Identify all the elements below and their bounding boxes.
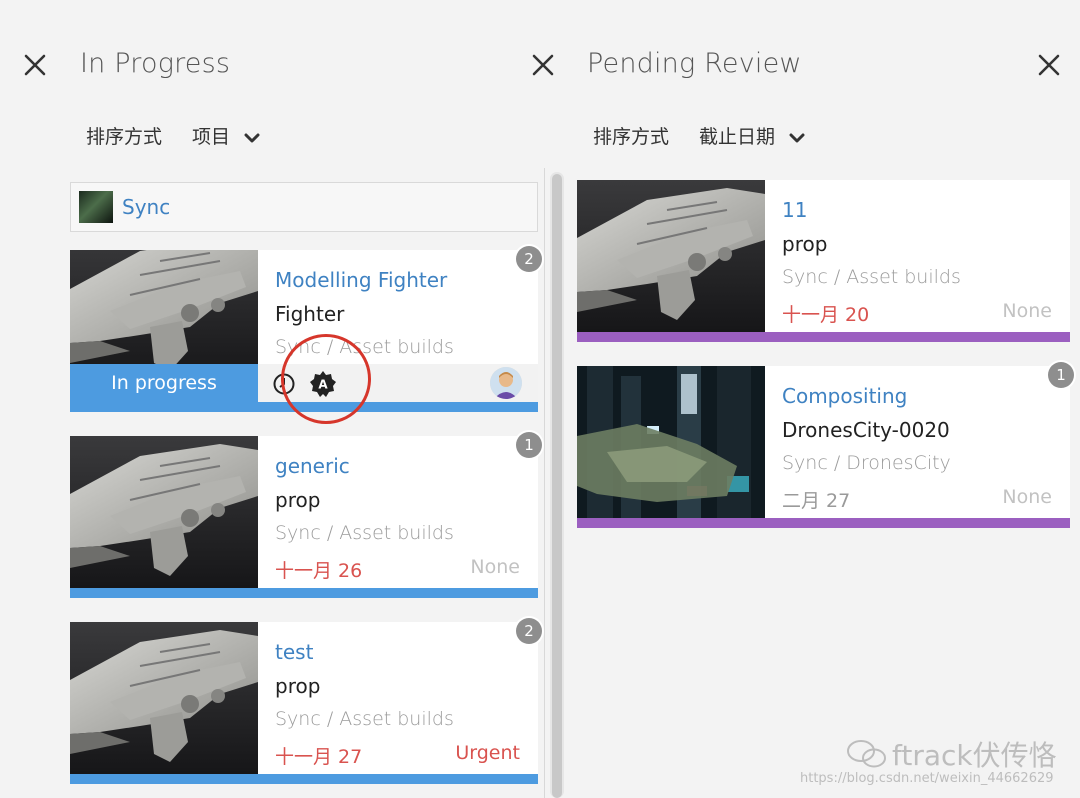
project-name: Sync [122,195,171,219]
sort-value: 项目 [192,126,231,148]
notification-badge: 2 [516,246,542,272]
task-name[interactable]: Compositing [782,384,907,408]
status-label[interactable]: In progress [70,364,258,402]
status-bar [70,774,538,784]
wechat-icon [847,740,886,768]
entity-name: prop [275,674,321,698]
entity-path: Sync / DronesCity [782,452,951,474]
notification-badge: 1 [516,432,542,458]
task-name[interactable]: 11 [782,198,807,222]
entity-name: prop [782,232,828,256]
watermark-url: https://blog.csdn.net/weixin_44662629 [800,771,1054,786]
notification-badge: 2 [516,618,542,644]
due-date: 十一月 27 [275,746,363,768]
column-title-pending-review: Pending Review [587,48,802,79]
status-bar [577,332,1070,342]
task-name[interactable]: generic [275,454,350,478]
task-thumbnail [577,366,765,518]
priority-label: None [1002,486,1052,508]
scrollbar-thumb[interactable] [552,174,562,798]
sort-label: 排序方式 [86,126,163,148]
chevron-down-icon [244,133,260,142]
close-icon [1038,54,1060,76]
project-group-header[interactable]: Sync [70,182,538,232]
close-column-button[interactable] [528,50,558,80]
task-thumbnail [70,622,258,774]
task-thumbnail [70,250,258,364]
task-card[interactable]: generic prop Sync / Asset builds 十一月 26 … [70,432,542,598]
sort-label: 排序方式 [593,126,670,148]
entity-path: Sync / Asset builds [275,522,454,544]
task-card[interactable]: test prop Sync / Asset builds 十一月 27 Urg… [70,618,542,784]
sort-dropdown[interactable]: 项目 [192,122,260,149]
close-column-button[interactable] [1034,50,1064,80]
task-name[interactable]: Modelling Fighter [275,268,447,292]
column-title-in-progress: In Progress [80,48,231,79]
task-name[interactable]: test [275,640,313,664]
close-icon [24,54,46,76]
column-divider [544,168,545,798]
status-bar [70,588,538,598]
priority-label: Urgent [455,742,520,764]
task-thumbnail [577,180,765,332]
avatar[interactable] [490,367,522,399]
project-thumbnail [79,191,113,223]
task-thumbnail [70,436,258,588]
due-date: 十一月 20 [782,304,870,326]
entity-name: DronesCity-0020 [782,418,950,442]
priority-label: None [1002,300,1052,322]
entity-name: Fighter [275,302,345,326]
annotation-highlight-circle [281,334,371,424]
due-date: 十一月 26 [275,560,363,582]
status-bar [577,518,1070,528]
entity-path: Sync / Asset builds [782,266,961,288]
due-date: 二月 27 [782,490,851,512]
task-card[interactable]: Compositing DronesCity-0020 Sync / Drone… [577,362,1074,528]
sort-value: 截止日期 [699,126,776,148]
entity-name: prop [275,488,321,512]
task-card[interactable]: 11 prop Sync / Asset builds 十一月 20 None [577,180,1070,342]
chevron-down-icon [789,133,805,142]
close-panel-button[interactable] [20,50,50,80]
entity-path: Sync / Asset builds [275,708,454,730]
sort-dropdown[interactable]: 截止日期 [699,122,805,149]
notification-badge: 1 [1048,362,1074,388]
priority-label: None [470,556,520,578]
close-icon [532,54,554,76]
watermark-brand: ftrack伏传恪 [892,739,1057,772]
